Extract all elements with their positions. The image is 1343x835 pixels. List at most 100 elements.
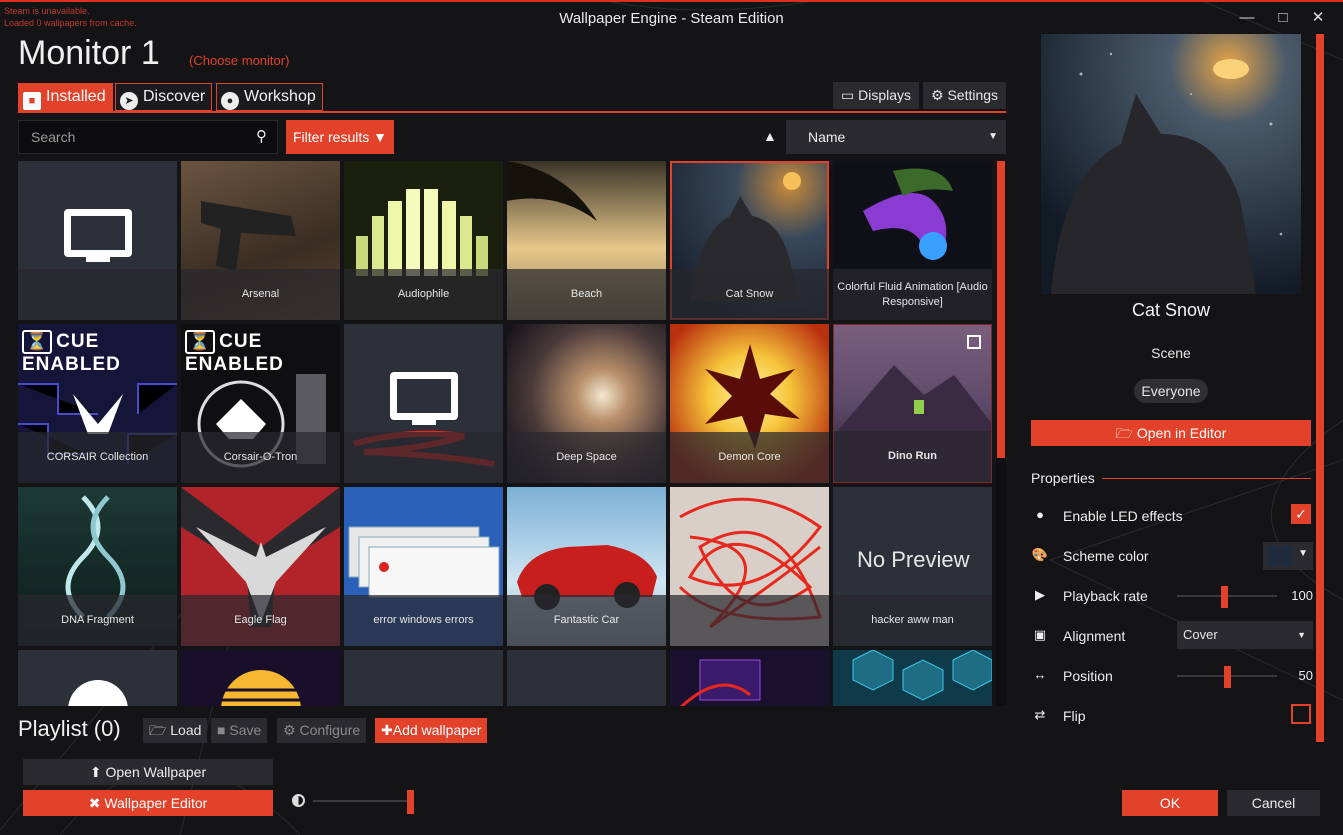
wallpaper-tile[interactable]: Cat Snow — [670, 161, 829, 320]
ok-button[interactable]: OK — [1122, 790, 1218, 816]
tile-caption: Dino Run — [834, 431, 991, 482]
configure-label: Configure — [299, 722, 361, 738]
wallpaper-tile[interactable] — [18, 650, 177, 706]
tile-caption: Deep Space — [507, 432, 666, 483]
wallpaper-preview — [1041, 34, 1301, 294]
sort-value: Name — [808, 129, 846, 145]
grid-scrollbar-thumb[interactable] — [997, 161, 1005, 458]
properties-divider — [1102, 478, 1311, 479]
select-checkbox[interactable] — [967, 335, 981, 349]
grid-scrollbar[interactable] — [996, 161, 1006, 706]
open-in-editor-button[interactable]: 🗁 Open in Editor — [1031, 420, 1311, 446]
wallpaper-grid: Arsenal Audiophile Beach Cat Snow Colorf… — [18, 161, 993, 706]
title-bar: Steam is unavailable. Loaded 0 wallpaper… — [0, 0, 1343, 32]
wallpaper-tile[interactable] — [670, 487, 829, 646]
tile-caption: Audiophile — [344, 269, 503, 320]
load-playlist-button[interactable]: 🗁 Load — [143, 718, 208, 743]
wallpaper-tile[interactable] — [344, 650, 503, 706]
playback-rate-slider-thumb[interactable] — [1221, 586, 1228, 608]
alignment-select[interactable]: Cover ▼ — [1177, 621, 1313, 649]
wallpaper-tile[interactable]: Arsenal — [181, 161, 340, 320]
neon-art — [679, 659, 761, 706]
wallpaper-tile[interactable] — [507, 650, 666, 706]
arrows-horizontal-icon: ↔ — [1033, 667, 1047, 682]
wallpaper-tile[interactable]: No Preview hacker aww man — [833, 487, 992, 646]
led-effects-checkbox[interactable]: ✓ — [1291, 504, 1311, 524]
monitor-icon: ▭ — [841, 87, 855, 103]
tab-discover-label: Discover — [143, 88, 206, 105]
filter-results-button[interactable]: Filter results ▼ — [286, 120, 394, 154]
wallpaper-editor-button[interactable]: ✖ Wallpaper Editor — [23, 790, 273, 816]
position-slider-thumb[interactable] — [1224, 666, 1231, 688]
wallpaper-tile[interactable]: Audiophile — [344, 161, 503, 320]
tile-caption: hacker aww man — [833, 595, 992, 646]
wallpaper-tile[interactable]: Beach — [507, 161, 666, 320]
wallpaper-tile[interactable]: Dino Run — [833, 324, 992, 483]
wallpaper-tile[interactable]: Colorful Fluid Animation [Audio Responsi… — [833, 161, 992, 320]
alignment-value: Cover — [1183, 627, 1218, 642]
tools-icon: ✖ — [88, 795, 101, 811]
brightness-slider-thumb[interactable] — [407, 790, 414, 814]
search-input[interactable]: Search ⚲ — [18, 120, 278, 154]
choose-monitor-link[interactable]: (Choose monitor) — [189, 53, 289, 68]
close-button[interactable]: ✕ — [1307, 8, 1329, 28]
tab-workshop[interactable]: ● Workshop — [216, 83, 323, 111]
chevron-down-icon: ▼ — [988, 131, 998, 142]
tile-caption: CORSAIR Collection — [18, 432, 177, 483]
wallpaper-tile[interactable]: error windows errors — [344, 487, 503, 646]
playback-rate-value: 100 — [1291, 588, 1313, 603]
play-icon: ▶ — [1035, 587, 1045, 602]
wallpaper-tile[interactable] — [18, 161, 177, 320]
configure-playlist-button[interactable]: ⚙ Configure — [277, 718, 367, 743]
cue-enabled-badge: ⏳ CUE ENABLED — [22, 330, 177, 376]
sort-direction-toggle[interactable]: ▲ — [763, 128, 777, 144]
cancel-button[interactable]: Cancel — [1227, 790, 1320, 816]
cat-snow-preview-art — [1041, 34, 1301, 294]
sort-select[interactable]: Name ▼ — [786, 120, 1006, 154]
tab-discover[interactable]: ➤ Discover — [115, 83, 213, 111]
add-wallpaper-button[interactable]: ✚Add wallpaper — [375, 718, 488, 743]
save-playlist-button[interactable]: ■ Save — [211, 718, 268, 743]
search-icon: ⚲ — [256, 128, 267, 145]
wallpaper-tile[interactable]: Fantastic Car — [507, 487, 666, 646]
open-wallpaper-button[interactable]: ⬆ Open Wallpaper — [23, 759, 273, 785]
property-label: Scheme color — [1063, 548, 1149, 564]
displays-button[interactable]: ▭ Displays — [833, 82, 920, 109]
wallpaper-tile[interactable] — [181, 650, 340, 706]
maximize-button[interactable]: □ — [1272, 8, 1294, 28]
property-label: Alignment — [1063, 628, 1126, 644]
wallpaper-tile[interactable]: Deep Space — [507, 324, 666, 483]
flip-checkbox[interactable] — [1291, 704, 1311, 724]
property-scheme-color: 🎨 Scheme color ▼ — [1031, 542, 1313, 570]
wallpaper-tile[interactable] — [344, 324, 503, 483]
palette-icon: 🎨 — [1031, 547, 1049, 562]
wallpaper-tile[interactable]: Demon Core — [670, 324, 829, 483]
wallpaper-tile[interactable]: DNA Fragment — [18, 487, 177, 646]
cue-logo-icon: ⏳ — [22, 330, 53, 354]
folder-icon: 🗁 — [149, 722, 167, 738]
wallpaper-tile[interactable]: Eagle Flag — [181, 487, 340, 646]
gears-icon: ⚙ — [283, 722, 296, 738]
scheme-color-picker[interactable]: ▼ — [1263, 542, 1313, 570]
details-scrollbar[interactable] — [1316, 34, 1324, 742]
window-title: Wallpaper Engine - Steam Edition — [559, 10, 784, 27]
filter-label: Filter results — [293, 129, 370, 145]
tab-workshop-label: Workshop — [244, 88, 316, 105]
wallpaper-tile[interactable] — [670, 650, 829, 706]
brightness-slider[interactable] — [313, 800, 413, 802]
tile-caption: Demon Core — [670, 432, 829, 483]
tile-caption: Eagle Flag — [181, 595, 340, 646]
property-led: ● Enable LED effects ✓ — [1031, 504, 1313, 528]
tab-installed-label: Installed — [46, 88, 106, 105]
property-label: Position — [1063, 668, 1113, 684]
displays-label: Displays — [858, 87, 912, 103]
monitor-title: Monitor 1 — [18, 34, 160, 72]
tab-installed[interactable]: ■ Installed — [18, 83, 113, 111]
settings-button[interactable]: ⚙ Settings — [923, 82, 1007, 109]
steam-icon: ● — [221, 92, 239, 110]
minimize-button[interactable]: — — [1236, 8, 1258, 28]
wallpaper-tile[interactable] — [833, 650, 992, 706]
tile-caption: Cat Snow — [670, 269, 829, 320]
wallpaper-tile[interactable]: ⏳ CUE ENABLED Corsair-O-Tron — [181, 324, 340, 483]
wallpaper-tile[interactable]: ⏳ CUE ENABLED CORSAIR Collection — [18, 324, 177, 483]
